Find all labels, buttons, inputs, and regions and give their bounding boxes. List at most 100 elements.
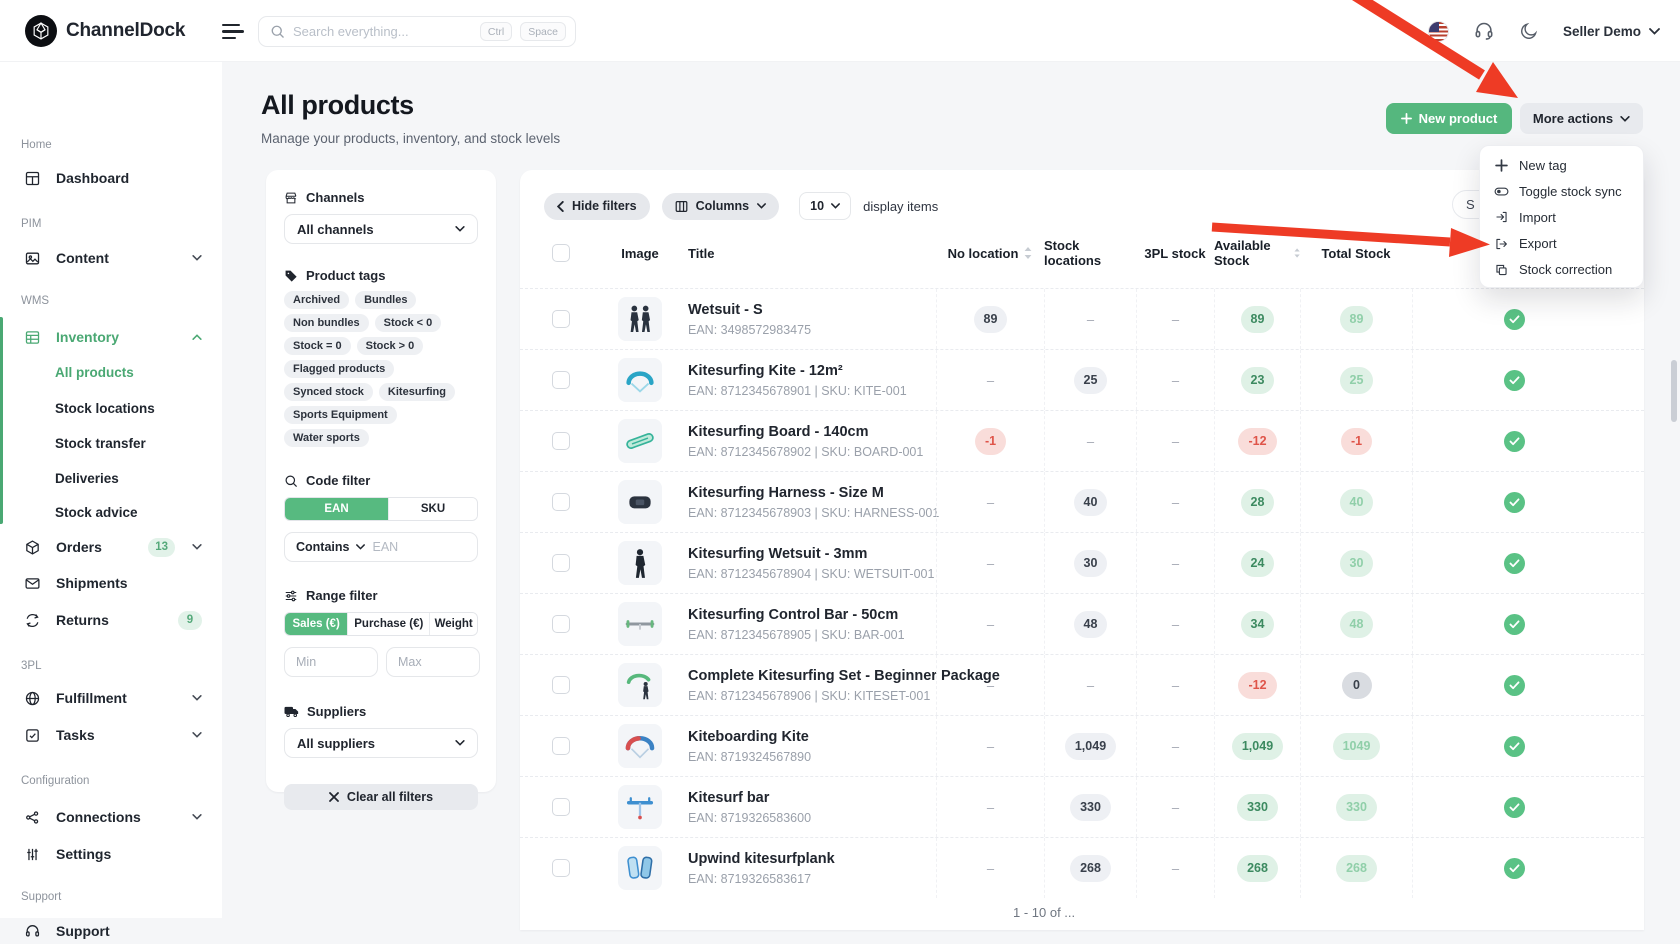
row-checkbox[interactable] <box>552 493 570 511</box>
sidebar-item-inventory[interactable]: Inventory <box>0 324 222 350</box>
weight-tab[interactable]: Weight <box>429 613 477 635</box>
tag-chip[interactable]: Kitesurfing <box>379 383 455 401</box>
support-headset-icon[interactable] <box>1473 20 1495 42</box>
menu-item-toggle-stock-sync[interactable]: Toggle stock sync <box>1480 178 1643 204</box>
tag-chip[interactable]: Stock = 0 <box>284 337 351 355</box>
tag-chip[interactable]: Archived <box>284 291 349 309</box>
product-thumbnail[interactable] <box>618 785 662 829</box>
row-checkbox[interactable] <box>552 737 570 755</box>
row-checkbox[interactable] <box>552 676 570 694</box>
more-actions-menu: New tag Toggle stock sync Import Export … <box>1479 145 1644 288</box>
new-product-button[interactable]: New product <box>1386 103 1512 134</box>
min-input[interactable] <box>284 647 378 677</box>
ean-filter-input[interactable] <box>372 540 466 554</box>
page-size-select[interactable]: 10 <box>799 192 851 220</box>
product-title[interactable]: Kitesurfing Harness - Size M <box>688 485 936 501</box>
clear-all-filters-button[interactable]: Clear all filters <box>284 784 478 810</box>
dark-mode-moon-icon[interactable] <box>1519 21 1539 41</box>
global-search[interactable]: Ctrl Space <box>258 16 576 47</box>
sidebar-item-shipments[interactable]: Shipments <box>0 570 222 596</box>
product-thumbnail[interactable] <box>618 663 662 707</box>
tag-chip[interactable]: Synced stock <box>284 383 373 401</box>
row-checkbox[interactable] <box>552 432 570 450</box>
sidebar-item-content[interactable]: Content <box>0 245 222 271</box>
tag-chip[interactable]: Stock > 0 <box>357 337 424 355</box>
product-title[interactable]: Kitesurf bar <box>688 790 936 806</box>
col-header-total-stock[interactable]: Total Stock <box>1300 246 1412 261</box>
channeldock-logo[interactable]: ChannelDock <box>25 15 185 47</box>
menu-item-import[interactable]: Import <box>1480 204 1643 230</box>
max-input[interactable] <box>386 647 480 677</box>
menu-item-new-tag[interactable]: New tag <box>1480 152 1643 178</box>
row-checkbox[interactable] <box>552 554 570 572</box>
sidebar-item-support[interactable]: Support <box>0 918 222 944</box>
hide-filters-button[interactable]: Hide filters <box>544 193 650 220</box>
tag-chip[interactable]: Water sports <box>284 429 369 447</box>
col-header-stock-locations[interactable]: Stock locations <box>1044 238 1136 268</box>
product-title[interactable]: Complete Kitesurfing Set - Beginner Pack… <box>688 668 936 684</box>
available-stock-value: 89 <box>1241 306 1275 333</box>
product-title[interactable]: Kitesurfing Board - 140cm <box>688 424 936 440</box>
channels-select[interactable]: All channels <box>284 214 478 244</box>
scrollbar-thumb[interactable] <box>1671 360 1677 422</box>
product-title[interactable]: Upwind kitesurfplank <box>688 851 936 867</box>
suppliers-select[interactable]: All suppliers <box>284 728 478 758</box>
row-checkbox[interactable] <box>552 798 570 816</box>
product-thumbnail[interactable] <box>618 297 662 341</box>
col-header-available-stock[interactable]: Available Stock <box>1214 238 1300 268</box>
sidebar-item-fulfillment[interactable]: Fulfillment <box>0 685 222 711</box>
product-code: EAN: 8712345678904 | SKU: WETSUIT-001 <box>688 567 936 581</box>
user-menu[interactable]: Seller Demo <box>1563 24 1660 39</box>
product-title[interactable]: Kitesurfing Wetsuit - 3mm <box>688 546 936 562</box>
product-thumbnail[interactable] <box>618 541 662 585</box>
sidebar-item-dashboard[interactable]: Dashboard <box>0 165 222 191</box>
tag-chip[interactable]: Sports Equipment <box>284 406 397 424</box>
table-row: Kitesurf bar EAN: 8719326583600 – 330 – … <box>520 776 1644 837</box>
row-checkbox[interactable] <box>552 371 570 389</box>
row-checkbox[interactable] <box>552 310 570 328</box>
product-thumbnail[interactable] <box>618 480 662 524</box>
tag-chip[interactable]: Bundles <box>355 291 416 309</box>
sidebar-item-tasks[interactable]: Tasks <box>0 722 222 748</box>
sidebar-item-stock-advice[interactable]: Stock advice <box>0 499 222 525</box>
product-thumbnail[interactable] <box>618 602 662 646</box>
tag-chip[interactable]: Stock < 0 <box>375 314 442 332</box>
sidebar-item-orders[interactable]: Orders 13 <box>0 534 222 560</box>
sidebar-item-all-products[interactable]: All products <box>0 359 222 385</box>
available-stock-value: 24 <box>1241 550 1275 577</box>
product-thumbnail[interactable] <box>618 419 662 463</box>
sidebar-item-settings[interactable]: Settings <box>0 841 222 867</box>
total-stock-value: 25 <box>1340 367 1374 394</box>
contains-select[interactable]: Contains <box>296 540 349 554</box>
more-actions-button[interactable]: More actions <box>1520 103 1643 134</box>
product-thumbnail[interactable] <box>618 358 662 402</box>
menu-item-export[interactable]: Export <box>1480 231 1643 257</box>
sidebar-item-returns[interactable]: Returns 9 <box>0 607 222 633</box>
col-header-no-location[interactable]: No location <box>936 246 1044 261</box>
sku-tab[interactable]: SKU <box>388 498 477 520</box>
ean-tab[interactable]: EAN <box>285 498 388 520</box>
row-checkbox[interactable] <box>552 615 570 633</box>
language-flag-icon[interactable] <box>1428 21 1449 42</box>
product-title[interactable]: Wetsuit - S <box>688 302 936 318</box>
columns-button[interactable]: Columns <box>662 193 779 220</box>
product-thumbnail[interactable] <box>618 724 662 768</box>
sidebar-toggle-icon[interactable] <box>222 24 246 40</box>
product-title[interactable]: Kitesurfing Control Bar - 50cm <box>688 607 936 623</box>
sidebar-item-stock-transfer[interactable]: Stock transfer <box>0 430 222 456</box>
search-input[interactable] <box>293 24 472 39</box>
select-all-checkbox[interactable] <box>552 244 570 262</box>
sidebar-item-deliveries[interactable]: Deliveries <box>0 465 222 491</box>
product-title[interactable]: Kiteboarding Kite <box>688 729 936 745</box>
sidebar-item-stock-locations[interactable]: Stock locations <box>0 395 222 421</box>
row-checkbox[interactable] <box>552 859 570 877</box>
tag-chip[interactable]: Flagged products <box>284 360 394 378</box>
product-title[interactable]: Kitesurfing Kite - 12m² <box>688 363 936 379</box>
sales-tab[interactable]: Sales (€) <box>285 613 347 635</box>
product-thumbnail[interactable] <box>618 846 662 890</box>
tag-chip[interactable]: Non bundles <box>284 314 369 332</box>
col-header-3pl-stock[interactable]: 3PL stock <box>1136 246 1214 261</box>
purchase-tab[interactable]: Purchase (€) <box>347 613 429 635</box>
menu-item-stock-correction[interactable]: Stock correction <box>1480 257 1643 283</box>
sidebar-item-connections[interactable]: Connections <box>0 804 222 830</box>
